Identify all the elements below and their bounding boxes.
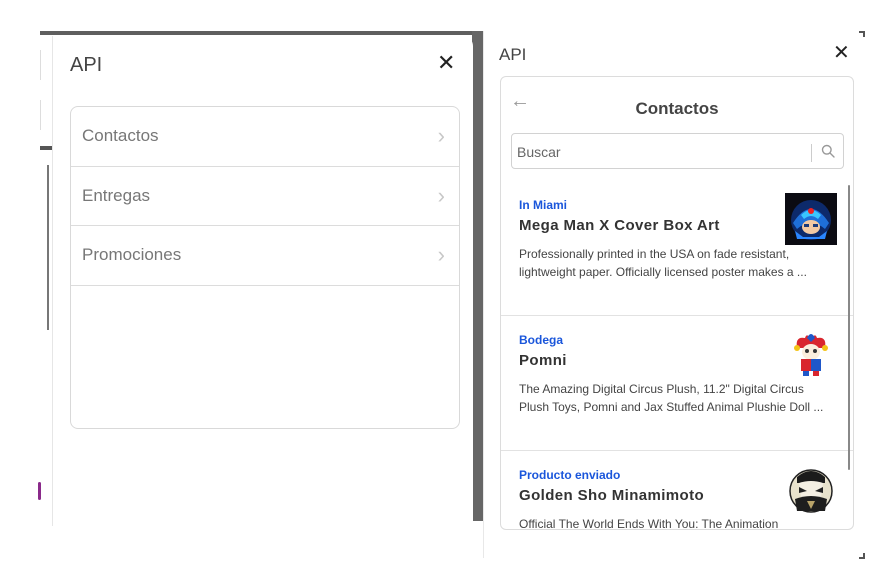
background-accent xyxy=(38,482,41,500)
background-edge xyxy=(40,100,41,130)
list-scrollbar[interactable] xyxy=(848,185,850,470)
background-edge xyxy=(40,50,41,80)
menu-item-entregas[interactable]: Entregas › xyxy=(71,167,459,226)
window-corner xyxy=(859,31,865,37)
item-tag: Producto enviado xyxy=(519,468,621,482)
contacts-card: ← Contactos In Miami Mega Man X Cover Bo… xyxy=(500,76,854,530)
api-panel-left: API ✕ Contactos › Entregas › Promociones… xyxy=(52,36,473,526)
menu-item-label: Contactos xyxy=(82,126,159,146)
search-input[interactable] xyxy=(512,134,814,170)
background-edge xyxy=(40,146,52,150)
chevron-right-icon: › xyxy=(437,123,445,148)
menu-item-promociones[interactable]: Promociones › xyxy=(71,226,459,286)
item-name: Pomni xyxy=(519,352,567,369)
menu-item-contactos[interactable]: Contactos › xyxy=(71,107,459,167)
chevron-right-icon: › xyxy=(437,242,445,267)
item-name: Mega Man X Cover Box Art xyxy=(519,217,720,234)
panel-title: API xyxy=(70,54,103,76)
api-menu-list: Contactos › Entregas › Promociones › xyxy=(70,106,460,429)
list-item[interactable]: Bodega Pomni The Amazing Digital Circus … xyxy=(501,316,853,451)
search-divider xyxy=(811,144,812,162)
item-description: The Amazing Digital Circus Plush, 11.2" … xyxy=(519,382,824,414)
search-icon[interactable] xyxy=(821,144,835,158)
menu-item-label: Promociones xyxy=(82,245,182,265)
item-description: Official The World Ends With You: The An… xyxy=(519,517,779,529)
list-item[interactable]: In Miami Mega Man X Cover Box Art Profes… xyxy=(501,181,853,316)
panel-title: API xyxy=(499,45,527,64)
item-tag: In Miami xyxy=(519,198,568,212)
chevron-right-icon: › xyxy=(437,182,445,208)
close-icon[interactable]: ✕ xyxy=(833,43,850,63)
close-icon[interactable]: ✕ xyxy=(437,52,455,74)
contacts-heading: Contactos xyxy=(635,99,719,118)
search-box xyxy=(511,133,844,170)
window-corner xyxy=(859,553,865,559)
background-scrollbar xyxy=(47,165,49,330)
item-name: Golden Sho Minamimoto xyxy=(519,487,705,504)
background-frame-right xyxy=(472,31,483,521)
sho-minamimoto-thumbnail xyxy=(785,463,837,515)
api-panel-right: API ✕ ← Contactos In Miami Mega Man X Co… xyxy=(483,31,864,558)
item-tag: Bodega xyxy=(519,333,564,347)
menu-item-label: Entregas xyxy=(82,185,151,205)
item-description: Professionally printed in the USA on fad… xyxy=(519,247,807,279)
contacts-list: In Miami Mega Man X Cover Box Art Profes… xyxy=(501,181,853,529)
background-frame-top xyxy=(40,31,483,35)
pomni-plush-thumbnail xyxy=(785,328,837,380)
list-item[interactable]: Producto enviado Golden Sho Minamimoto O… xyxy=(501,451,853,529)
mega-man-x-thumbnail xyxy=(785,193,837,245)
